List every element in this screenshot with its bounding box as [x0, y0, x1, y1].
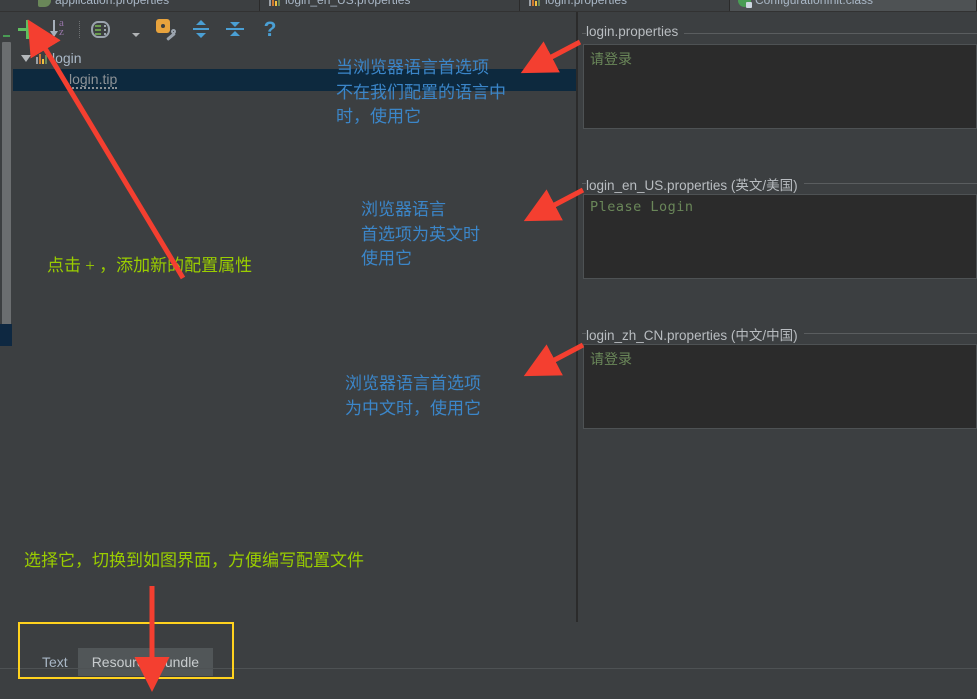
- editor-tab-label: login.properties: [545, 0, 628, 7]
- properties-file-icon: [268, 0, 281, 7]
- locale-group-title: login_zh_CN.properties (中文/中国): [586, 324, 804, 344]
- annotation-default-bundle: 当浏览器语言首选项 不在我们配置的语言中 时，使用它: [336, 58, 506, 127]
- tab-resource-bundle[interactable]: Resource Bundle: [77, 648, 214, 676]
- expand-triangle-icon[interactable]: [17, 54, 35, 62]
- collapse-all-icon: [226, 20, 244, 38]
- tree-node-label: login.tip: [69, 71, 118, 89]
- resource-bundle-value-pane: login.properties 请登录 login_en_US.propert…: [578, 12, 977, 622]
- group-dropdown-button[interactable]: [129, 16, 143, 42]
- editor-view-tabs: Text Resource Bundle: [32, 648, 236, 676]
- locale-group-zh-cn: login_zh_CN.properties (中文/中国) 请登录: [578, 324, 977, 464]
- annotation-resource-bundle-tab: 选择它，切换到如图界面，方便编写配置文件: [24, 551, 364, 570]
- question-mark-icon: ?: [263, 17, 277, 41]
- plus-icon: [17, 19, 37, 39]
- bottom-divider: [0, 668, 977, 669]
- editor-tab-label: application.properties: [55, 0, 170, 7]
- settings-button[interactable]: [153, 16, 179, 42]
- value-text: 请登录: [590, 51, 632, 67]
- editor-tab-label: ConfigurationInit.class: [755, 0, 874, 7]
- spring-leaf-icon: [38, 0, 51, 7]
- vertical-scrollbar-thumb[interactable]: [2, 42, 11, 337]
- value-editor-en-us[interactable]: Please Login: [583, 194, 977, 279]
- tab-strip-filler: [213, 648, 236, 676]
- ide-window: application.properties login_en_US.prope…: [0, 0, 977, 699]
- expand-all-icon: [192, 20, 210, 38]
- locale-group-default: login.properties 请登录: [578, 24, 977, 164]
- collapse-all-button[interactable]: [222, 16, 248, 42]
- locale-group-en-us: login_en_US.properties (英文/美国) Please Lo…: [578, 174, 977, 314]
- left-gutter: [0, 12, 12, 622]
- tab-text[interactable]: Text: [32, 648, 78, 676]
- annotation-chinese-bundle: 浏览器语言首选项 为中文时，使用它: [345, 374, 481, 418]
- sort-az-icon: az: [50, 17, 71, 39]
- sort-alphabetically-button[interactable]: az: [48, 16, 74, 42]
- java-class-icon: [738, 0, 752, 8]
- help-button[interactable]: ?: [257, 16, 283, 42]
- chevron-down-icon: [132, 33, 140, 37]
- value-text: Please Login: [590, 199, 694, 215]
- value-text: 请登录: [590, 351, 632, 367]
- editor-tab-label: login_en_US.properties: [285, 0, 411, 7]
- gutter-selection-marker: [0, 324, 12, 346]
- tree-node-label: login: [52, 50, 82, 66]
- value-editor-default[interactable]: 请登录: [583, 44, 977, 129]
- annotation-add-property: 点击 + ，添加新的配置属性: [47, 256, 253, 275]
- bottom-tool-area: Text Resource Bundle: [0, 622, 977, 699]
- locale-group-title: login_en_US.properties (英文/美国): [586, 174, 804, 194]
- properties-file-icon: [528, 0, 541, 7]
- group-by-button[interactable]: [85, 16, 115, 42]
- properties-group-icon: [35, 52, 48, 65]
- value-editor-zh-cn[interactable]: 请登录: [583, 344, 977, 429]
- locale-group-title: login.properties: [586, 24, 685, 39]
- expand-all-button[interactable]: [188, 16, 214, 42]
- annotation-english-bundle: 浏览器语言 首选项为英文时 使用它: [361, 200, 480, 269]
- gutter-tick-marker: [3, 35, 10, 37]
- grouped-list-icon: [90, 20, 110, 38]
- resource-bundle-toolbar: az ?: [14, 14, 574, 44]
- gear-wrench-icon: [156, 19, 176, 41]
- add-property-button[interactable]: [14, 16, 40, 42]
- toolbar-separator: [79, 20, 80, 38]
